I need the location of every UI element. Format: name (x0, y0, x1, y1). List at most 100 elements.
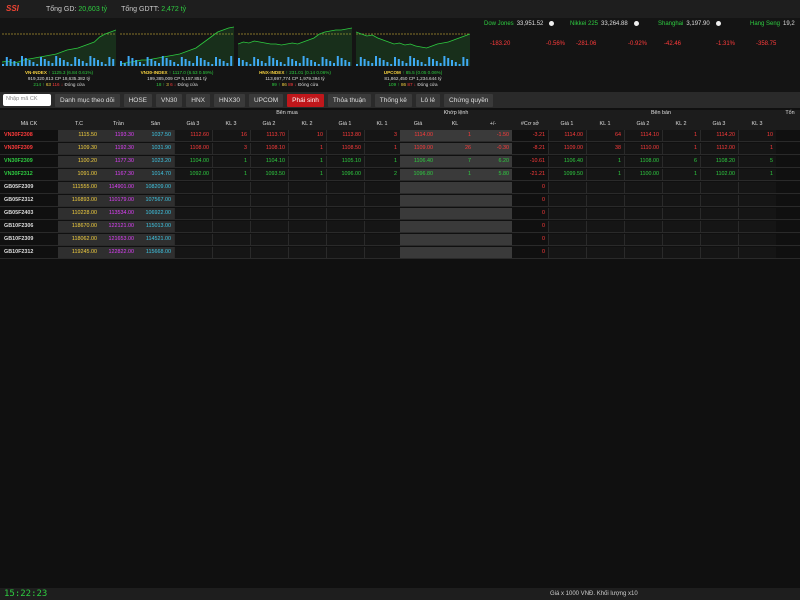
tab-vn30[interactable]: VN30 (155, 93, 183, 107)
price-cell (250, 247, 288, 258)
price-cell (474, 182, 512, 193)
index-name: VN30-INDEX (140, 70, 168, 75)
tab-odd-lot[interactable]: Lô lẻ (415, 93, 441, 107)
symbol-cell[interactable]: VN30F2309 (0, 156, 58, 167)
price-cell (624, 234, 662, 245)
column-header[interactable]: #Cơ sở (512, 121, 548, 127)
column-header[interactable]: +/- (474, 121, 512, 127)
price-cell: 1 (212, 169, 250, 180)
price-cell: 1106.40 (548, 156, 586, 167)
price-cell (174, 221, 212, 232)
volume-bar (70, 64, 73, 66)
volume-bar (218, 59, 221, 66)
tab-hnx[interactable]: HNX (186, 93, 210, 107)
index-chart-upcom[interactable]: UPCOM ↑ 85.5 (0.05 0.06%) 81,862,450 CP 1… (356, 22, 470, 92)
index-chart-vnindex[interactable]: VN-INDEX ↑ 1125.3 (6.84 0.61%) 919,320,81… (2, 22, 116, 92)
symbol-cell[interactable]: GB10F2306 (0, 221, 58, 232)
column-header[interactable]: Giá (400, 121, 436, 127)
volume-bar (253, 57, 256, 66)
column-header[interactable]: KL 2 (662, 121, 700, 127)
symbol-cell[interactable]: VN30F2309 (0, 143, 58, 154)
volume-bar (161, 56, 164, 66)
price-cell: 2 (364, 169, 400, 180)
price-cell: 1167.30 (100, 169, 137, 180)
price-cell: 1 (662, 130, 700, 141)
column-header[interactable]: Giá 1 (326, 121, 364, 127)
price-cell (738, 182, 776, 193)
column-header[interactable]: KL 1 (586, 121, 624, 127)
world-index-shanghai[interactable]: Shanghai 3,197.90 -42.46 -1.31% (658, 21, 735, 47)
price-cell: 122822.00 (100, 247, 137, 258)
table-row[interactable]: VN30F2308 1115.50 1193.30 1037.50 1112.60 16 1… (0, 130, 800, 142)
price-cell: 1091.00 (58, 169, 100, 180)
table-row[interactable]: VN30F2309 1100.20 1177.30 1023.20 1104.00 1 11… (0, 156, 800, 168)
column-header[interactable]: Giá 3 (700, 121, 738, 127)
price-cell (400, 182, 436, 193)
column-header[interactable]: Sàn (137, 121, 174, 127)
tab-negotiated[interactable]: Thỏa thuận (327, 93, 371, 107)
price-cell (662, 234, 700, 245)
symbol-cell[interactable]: GB05F2312 (0, 195, 58, 206)
table-row[interactable]: GB10F2309 118062.00 121653.00 114521.00 0 (0, 234, 800, 246)
column-header[interactable]: KL (436, 121, 474, 127)
column-header[interactable]: Giá 1 (548, 121, 586, 127)
price-cell (174, 234, 212, 245)
table-row[interactable]: GB05F2309 111555.00 114901.00 108209.00 0 (0, 182, 800, 194)
tab-watchlist[interactable]: Danh mục theo dõi (55, 93, 120, 107)
column-header[interactable]: Trần (100, 121, 137, 127)
price-cell: 3 (364, 130, 400, 141)
column-header[interactable]: Giá 2 (624, 121, 662, 127)
volume-bar (150, 59, 153, 66)
tab-hnx30[interactable]: HNX30 (213, 93, 245, 107)
world-index-nikkei[interactable]: Nikkei 225 33,264.88 -281.06 -0.92% (570, 21, 647, 47)
tab-warrants[interactable]: Chứng quyền (444, 93, 494, 107)
symbol-cell[interactable]: GB10F2312 (0, 247, 58, 258)
price-cell: 1104.00 (174, 156, 212, 167)
price-cell: 1112.00 (700, 143, 738, 154)
column-header[interactable]: T.C (58, 121, 100, 127)
tab-statistics[interactable]: Thống kê (374, 93, 412, 107)
sparkline-chart (120, 26, 234, 66)
symbol-search-input[interactable]: Nhập mã CK (3, 94, 51, 106)
table-row[interactable]: VN30F2309 1109.30 1192.30 1031.90 1108.00 3 11… (0, 143, 800, 155)
tab-derivatives[interactable]: Phái sinh (287, 93, 324, 107)
market-status: Đóng cửa (417, 82, 438, 87)
price-cell (548, 221, 586, 232)
column-header[interactable]: Giá 3 (174, 121, 212, 127)
price-cell (700, 247, 738, 258)
index-chart-vn30[interactable]: VN30-INDEX ↑ 1117.0 (6.53 0.59%) 199,385,… (120, 22, 234, 92)
logo[interactable]: SSI (6, 4, 32, 14)
column-header[interactable]: Mã CK (0, 121, 58, 127)
table-row[interactable]: VN30F2312 1091.00 1167.30 1014.70 1092.00 1 10… (0, 169, 800, 181)
table-row[interactable]: GB10F2312 119245.00 122822.00 115668.00 0 (0, 247, 800, 259)
symbol-cell[interactable]: GB05F2403 (0, 208, 58, 219)
index-chart-hnx[interactable]: HNX-INDEX ↑ 231.01 (0.14 0.06%) 113,697,7… (238, 22, 352, 92)
table-row[interactable]: GB10F2306 118670.00 122121.00 115013.00 0 (0, 221, 800, 233)
volume-bar (416, 60, 419, 66)
symbol-cell[interactable]: GB05F2309 (0, 182, 58, 193)
column-header[interactable]: KL 3 (212, 121, 250, 127)
column-header[interactable]: KL 1 (364, 121, 400, 127)
symbol-cell[interactable]: VN30F2312 (0, 169, 58, 180)
column-header[interactable]: KL 2 (288, 121, 326, 127)
index-charts-panel: VN-INDEX ↑ 1125.3 (6.84 0.61%) 919,320,81… (0, 18, 800, 92)
table-row[interactable]: GB05F2312 116893.00 110179.00 107567.00 0 (0, 195, 800, 207)
price-cell: 1115.50 (58, 130, 100, 141)
volume-bar (249, 64, 252, 66)
column-header[interactable]: KL 3 (738, 121, 776, 127)
volume-bar (276, 60, 278, 66)
symbol-cell[interactable]: GB10F2309 (0, 234, 58, 245)
tab-upcom[interactable]: UPCOM (248, 93, 284, 107)
symbol-cell[interactable]: VN30F2308 (0, 130, 58, 141)
volume-bar (112, 59, 115, 66)
tab-hose[interactable]: HOSE (123, 93, 152, 107)
price-cell (174, 247, 212, 258)
volume-bar (321, 57, 324, 66)
price-cell (288, 208, 326, 219)
price-cell (326, 195, 364, 206)
world-index-dowjones[interactable]: Dow Jones 33,951.52 -183.20 -0.56% (484, 21, 565, 47)
price-cell: 0 (542, 210, 545, 216)
column-header[interactable]: Giá 2 (250, 121, 288, 127)
table-row[interactable]: GB05F2403 110228.00 113534.00 106922.00 0 (0, 208, 800, 220)
world-index-hangseng[interactable]: Hang Seng 19,2 -358.75 (750, 21, 795, 47)
